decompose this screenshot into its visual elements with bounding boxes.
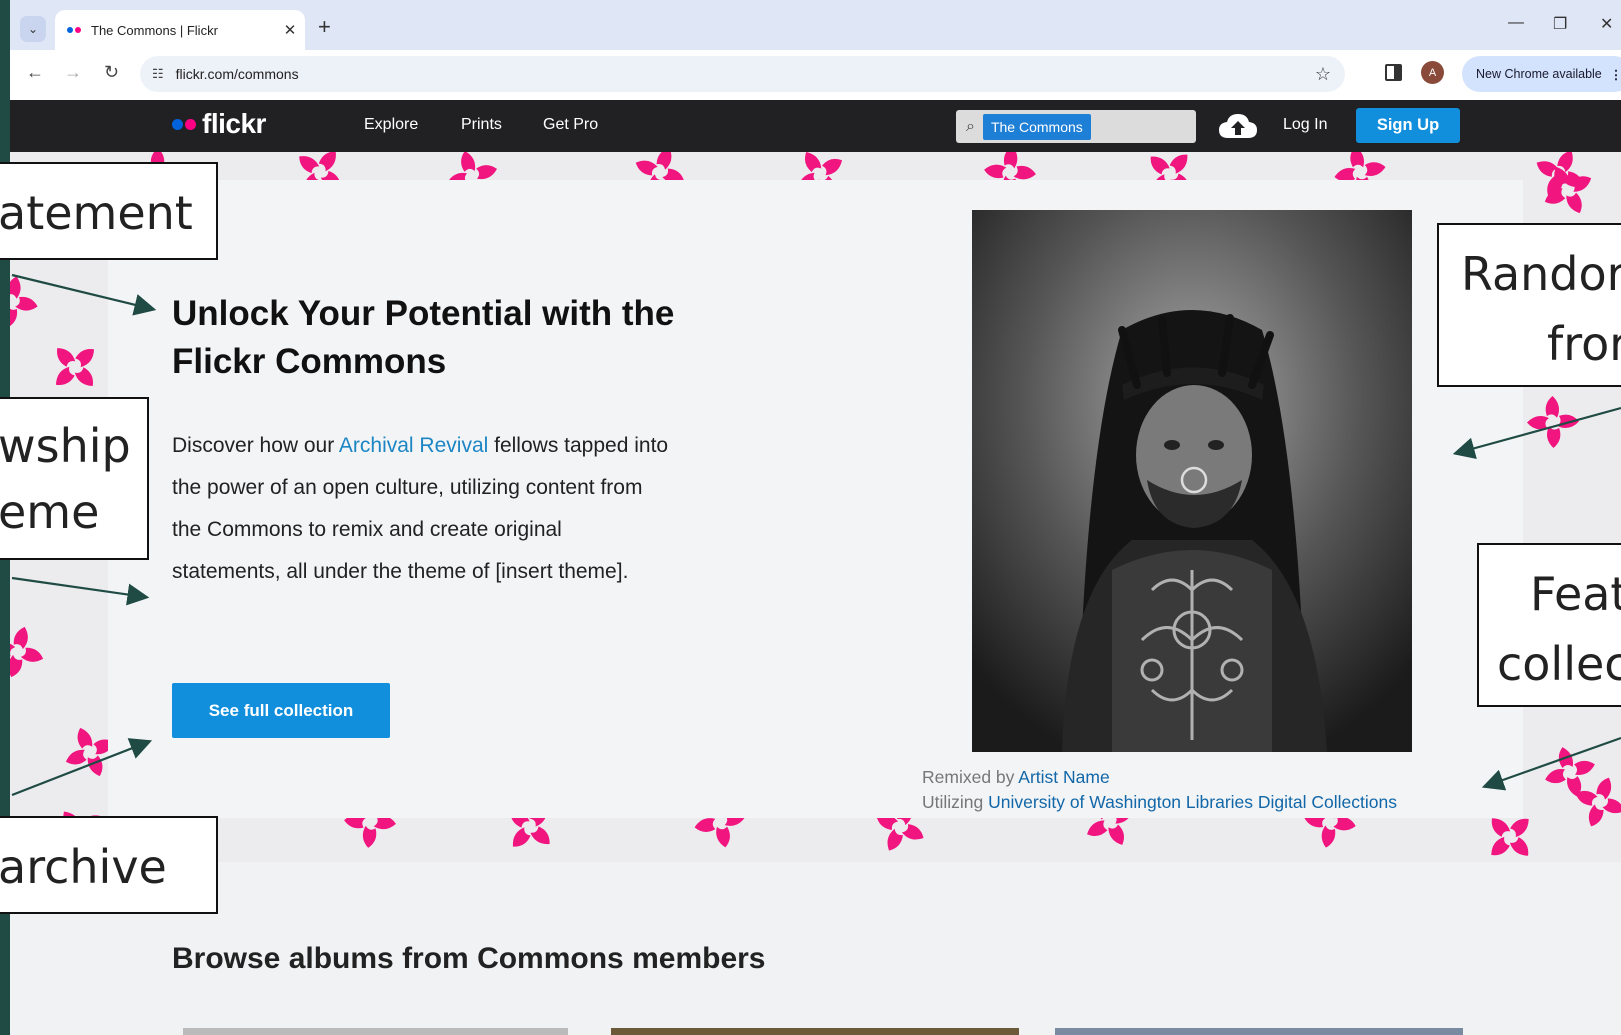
archival-revival-link[interactable]: Archival Revival <box>339 434 488 457</box>
bookmark-star-icon[interactable]: ☆ <box>1315 64 1331 85</box>
annotation-random-line2: fror <box>1547 317 1621 371</box>
annotation-fellowship: wship eme <box>0 397 149 560</box>
tab-title: The Commons | Flickr <box>91 22 218 38</box>
back-arrow-icon[interactable]: ← <box>26 62 44 83</box>
browser-toolbar: ← → ↻ ☷ flickr.com/commons ☆ A New Chrom… <box>0 50 1621 100</box>
annotation-archive: archive <box>0 816 218 914</box>
headline-line-1: Unlock Your Potential with the <box>172 294 675 333</box>
album-card[interactable] <box>183 1028 568 1035</box>
annotation-archive-text: archive <box>0 840 167 894</box>
caption-util-prefix: Utilizing <box>922 792 989 812</box>
annotation-featured: Feat collec <box>1477 543 1621 707</box>
upload-cloud-icon[interactable] <box>1218 112 1258 140</box>
login-link[interactable]: Log In <box>1283 116 1327 134</box>
caption-utilizing-line: Utilizing University of Washington Libra… <box>922 790 1397 815</box>
reload-icon[interactable]: ↻ <box>104 62 119 83</box>
menu-dots-icon[interactable]: ⋮ <box>1610 67 1621 82</box>
desc-before: Discover how our <box>172 434 339 457</box>
hero-section: Unlock Your Potential with the Flickr Co… <box>108 180 1523 818</box>
search-input[interactable]: ⌕ The Commons <box>956 110 1196 143</box>
headline-line-2: Flickr Commons <box>172 342 447 381</box>
restore-icon[interactable]: ❐ <box>1553 14 1567 34</box>
site-info-icon[interactable]: ☷ <box>152 66 164 82</box>
search-icon: ⌕ <box>966 117 975 135</box>
browse-albums-heading: Browse albums from Commons members <box>172 942 766 975</box>
annotation-statement: atement <box>0 162 218 260</box>
caption-remixed-line: Remixed by Artist Name <box>922 765 1397 790</box>
tab-close-icon[interactable]: ✕ <box>275 21 305 39</box>
logo-pink-dot <box>185 118 196 130</box>
featured-remix-photo[interactable] <box>972 210 1412 752</box>
search-scope-chip[interactable]: The Commons <box>982 113 1091 140</box>
caption-remixed-prefix: Remixed by <box>922 767 1019 787</box>
annotation-featured-line2: collec <box>1497 637 1621 691</box>
address-bar[interactable]: ☷ flickr.com/commons ☆ <box>140 56 1345 92</box>
browser-chrome: ⌄ The Commons | Flickr ✕ + — ❐ ✕ ← → ↻ ☷… <box>0 0 1621 100</box>
photo-caption: Remixed by Artist Name Utilizing Univers… <box>922 765 1397 815</box>
profile-avatar[interactable]: A <box>1421 61 1444 84</box>
logo-text: flickr <box>202 108 266 139</box>
tab-strip: ⌄ The Commons | Flickr ✕ + — ❐ ✕ <box>0 0 1621 50</box>
logo-blue-dot <box>172 118 183 130</box>
nav-prints[interactable]: Prints <box>461 116 502 134</box>
forward-arrow-icon[interactable]: → <box>64 62 82 83</box>
annotation-fellowship-line2: eme <box>0 485 100 539</box>
annotation-statement-text: atement <box>0 186 193 240</box>
see-full-collection-button[interactable]: See full collection <box>172 683 390 738</box>
side-panel-icon[interactable] <box>1385 64 1402 81</box>
update-chrome-label: New Chrome available <box>1476 67 1602 81</box>
album-card[interactable] <box>1055 1028 1463 1035</box>
nav-get-pro[interactable]: Get Pro <box>543 116 598 134</box>
tab-search-chevron-icon[interactable]: ⌄ <box>20 16 46 42</box>
flickr-navbar: flickr Explore Prints Get Pro ⌕ The Comm… <box>0 100 1621 152</box>
update-chrome-button[interactable]: New Chrome available ⋮ <box>1462 56 1621 92</box>
pattern-flower-icon <box>1522 391 1583 452</box>
annotation-fellowship-line1: wship <box>0 419 131 473</box>
nav-explore[interactable]: Explore <box>364 116 418 134</box>
minimize-icon[interactable]: — <box>1508 14 1524 32</box>
signup-button[interactable]: Sign Up <box>1356 108 1460 143</box>
hero-headline: Unlock Your Potential with the Flickr Co… <box>172 290 732 386</box>
annotation-random-line1: Randor <box>1461 247 1621 301</box>
browser-tab[interactable]: The Commons | Flickr ✕ <box>55 10 305 50</box>
annotation-random: Randor fror <box>1437 223 1621 387</box>
annotation-featured-line1: Feat <box>1530 567 1621 621</box>
window-close-icon[interactable]: ✕ <box>1600 14 1613 34</box>
flickr-favicon-icon <box>67 27 81 33</box>
artist-name-link[interactable]: Artist Name <box>1018 767 1109 787</box>
url-text[interactable]: flickr.com/commons <box>176 66 1315 82</box>
hero-description: Discover how our Archival Revival fellow… <box>172 425 672 593</box>
collection-link[interactable]: University of Washington Libraries Digit… <box>988 792 1397 812</box>
flickr-logo[interactable]: flickr <box>172 108 266 140</box>
album-card[interactable] <box>611 1028 1019 1035</box>
new-tab-plus-icon[interactable]: + <box>318 14 331 40</box>
